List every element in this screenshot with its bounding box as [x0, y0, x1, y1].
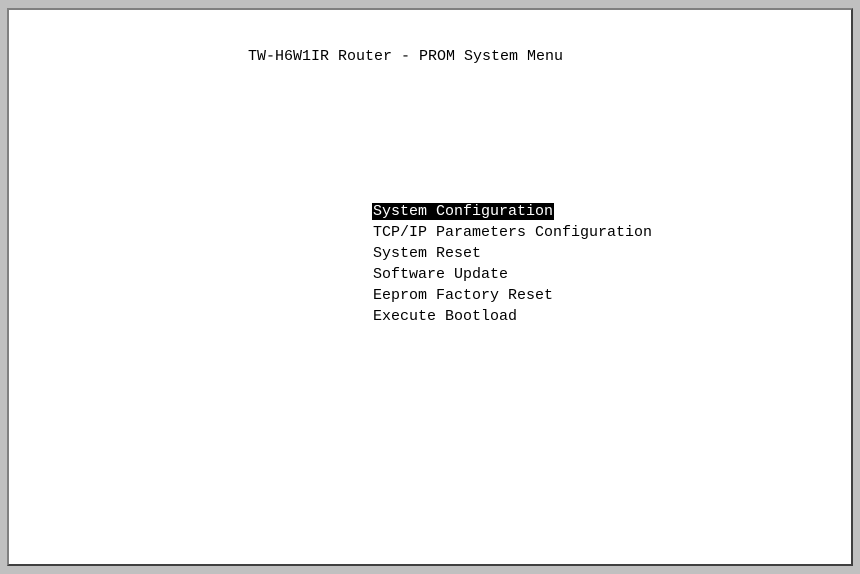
menu-item-label: TCP/IP Parameters Configuration: [373, 224, 653, 241]
terminal-window-frame: TW-H6W1IR Router - PROM System Menu Syst…: [0, 0, 860, 574]
menu-item-system-configuration[interactable]: System Configuration: [300, 180, 653, 220]
menu-title: TW-H6W1IR Router - PROM System Menu: [248, 48, 564, 65]
menu-item-label: Eeprom Factory Reset: [373, 287, 554, 304]
terminal-screen: TW-H6W1IR Router - PROM System Menu Syst…: [7, 8, 853, 566]
menu-item-label: Software Update: [373, 266, 509, 283]
menu-item-label: System Reset: [373, 245, 482, 262]
prom-system-menu: System Configuration TCP/IP Parameters C…: [300, 180, 653, 325]
menu-item-label: System Configuration: [372, 203, 555, 220]
menu-item-label: Execute Bootload: [373, 308, 518, 325]
